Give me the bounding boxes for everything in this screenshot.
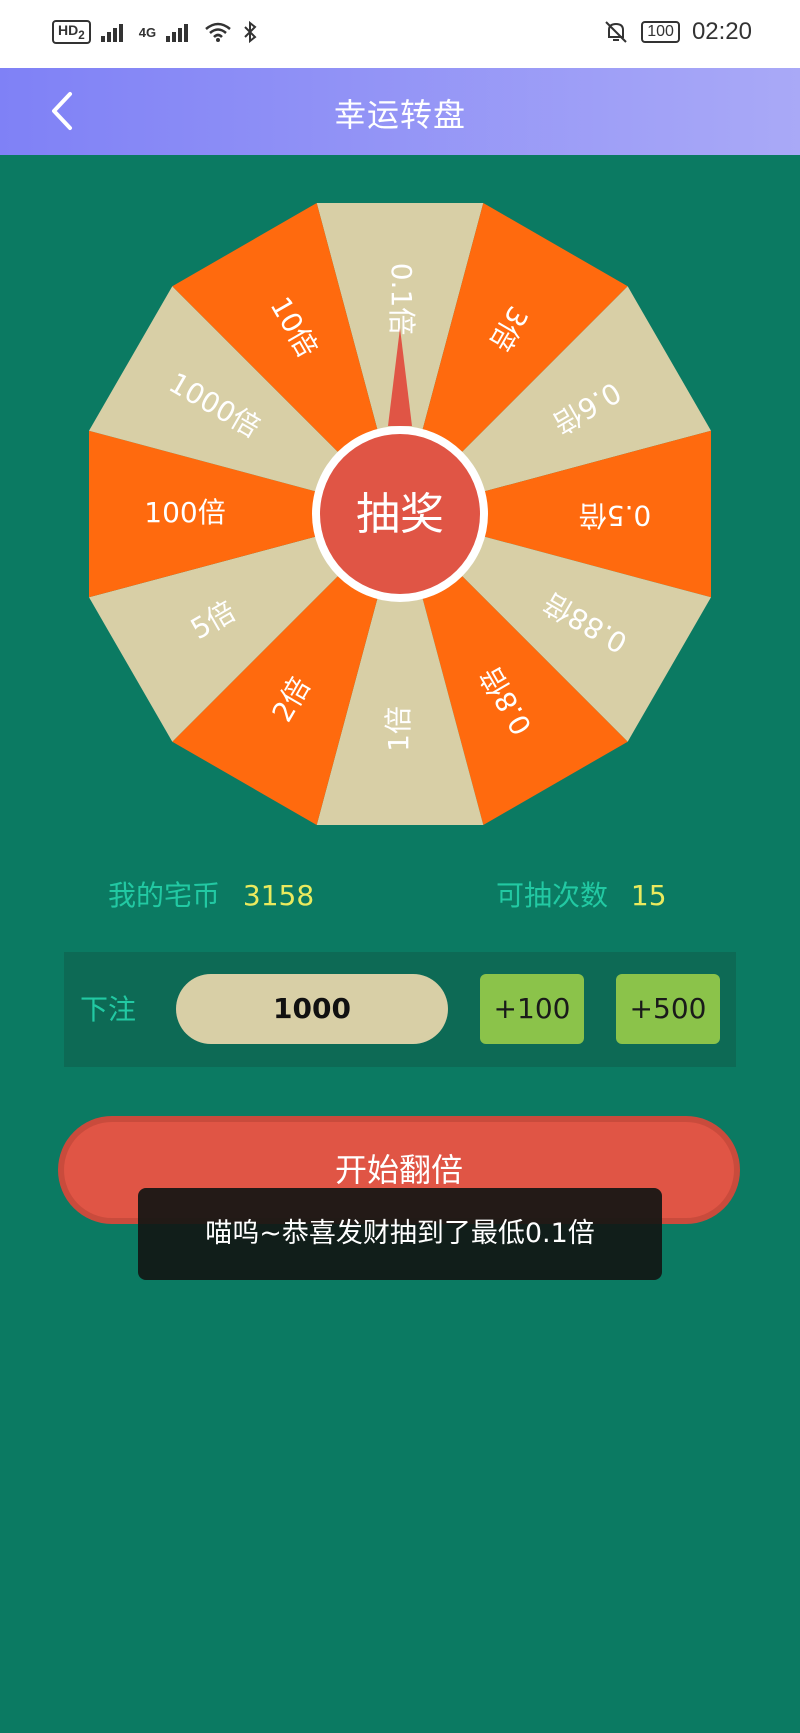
- hd-badge-sub: 2: [78, 28, 85, 42]
- bet-amount-field[interactable]: 1000: [176, 974, 448, 1044]
- draws-label: 可抽次数: [496, 879, 609, 912]
- coins-value: 3158: [242, 879, 315, 912]
- status-right: 100 02:20: [603, 18, 752, 46]
- page-title: 幸运转盘: [333, 96, 466, 134]
- mute-bell-icon: [605, 21, 627, 43]
- add-100-button[interactable]: +100: [480, 974, 584, 1044]
- title-bar: 幸运转盘: [0, 68, 800, 155]
- status-left: HD2 4G: [52, 20, 258, 44]
- bet-label: 下注: [80, 993, 137, 1026]
- bet-row: 下注 1000 +100 +500: [64, 952, 736, 1067]
- hd-badge-text: HD: [58, 22, 79, 39]
- hd-badge: HD2: [52, 20, 91, 44]
- battery-level: 100: [647, 23, 674, 40]
- wheel-segment-label: 0.1倍: [385, 263, 418, 336]
- battery-icon: 100: [641, 21, 680, 43]
- draws-value: 15: [630, 879, 667, 912]
- status-bar: HD2 4G 100 02:20: [0, 0, 800, 68]
- network-type-label: 4G: [138, 24, 157, 40]
- wifi-icon: [205, 22, 231, 42]
- add-500-button[interactable]: +500: [616, 974, 720, 1044]
- prize-wheel[interactable]: 0.1倍 3倍0.6倍0.5倍0.88倍0.8倍1倍2倍5倍100倍1000倍10…: [78, 192, 722, 836]
- bluetooth-icon: [244, 20, 257, 44]
- draw-button-label: 抽奖: [356, 489, 444, 540]
- signal-icon: [100, 22, 129, 42]
- wheel-segment-label: 0.5倍: [579, 499, 652, 532]
- wheel-segment-label: 1倍: [382, 706, 415, 752]
- toast-message: 喵呜~恭喜发财抽到了最低0.1倍: [138, 1188, 662, 1280]
- wheel-segment-label: 100倍: [144, 496, 225, 529]
- draws-stat: 可抽次数 15: [496, 874, 667, 914]
- clock: 02:20: [691, 18, 752, 45]
- signal-icon-2: [166, 22, 194, 42]
- coins-label: 我的宅币: [108, 879, 221, 912]
- coins-stat: 我的宅币 3158: [108, 874, 314, 914]
